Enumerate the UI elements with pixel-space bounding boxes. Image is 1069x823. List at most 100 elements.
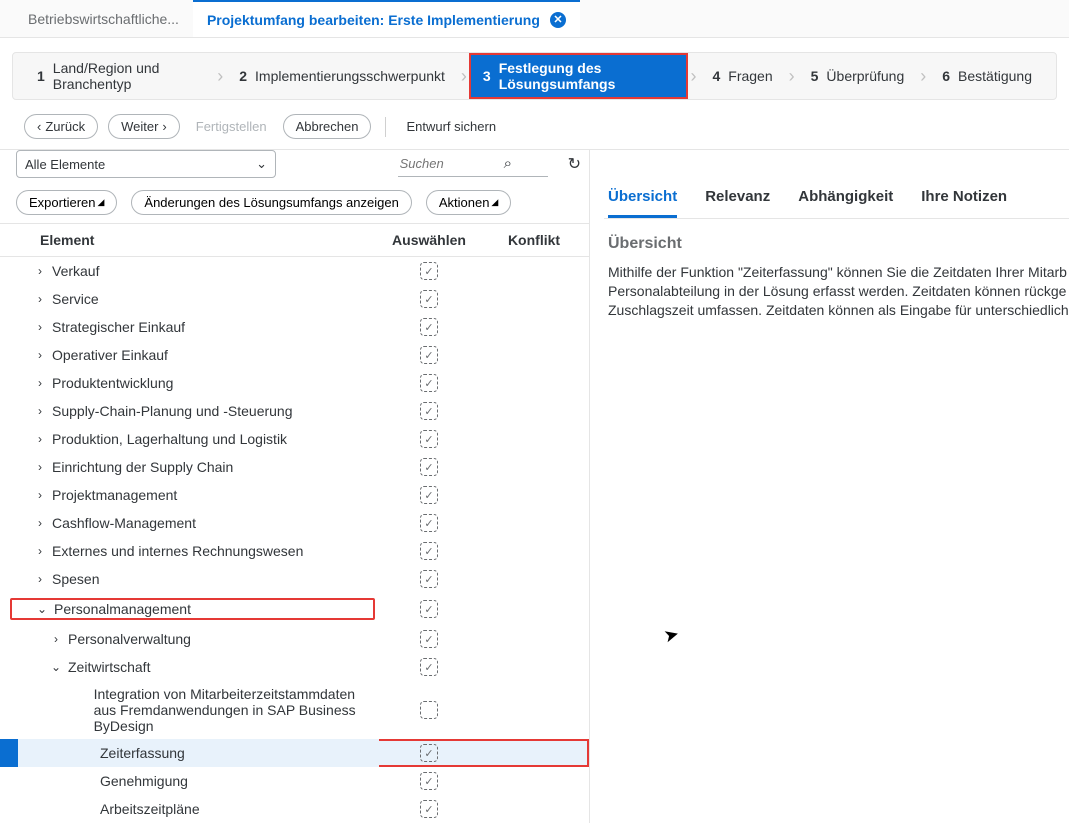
select-checkbox[interactable] (420, 458, 438, 476)
tree-row[interactable]: › Cashflow-Management (0, 509, 589, 537)
chevron-right-icon[interactable]: › (34, 264, 46, 278)
tree-label: Externes und internes Rechnungswesen (52, 543, 303, 559)
search-input[interactable] (398, 155, 498, 172)
chevron-right-icon: › (162, 119, 166, 134)
chevron-down-icon: ⌄ (256, 156, 267, 172)
tree-label: Operativer Einkauf (52, 347, 168, 363)
detail-section-title: Übersicht (608, 235, 1069, 253)
actions-button[interactable]: Aktionen◢ (426, 190, 512, 215)
select-checkbox[interactable] (420, 600, 438, 618)
select-checkbox[interactable] (420, 262, 438, 280)
select-checkbox[interactable] (420, 430, 438, 448)
detail-tab[interactable]: Relevanz (705, 180, 770, 218)
tree-label: Cashflow-Management (52, 515, 196, 531)
chevron-right-icon: › (459, 66, 469, 87)
tree-label: Genehmigung (100, 773, 188, 789)
tree-row[interactable]: › Personalverwaltung (0, 625, 589, 653)
tree-row[interactable]: ⌄ Zeitwirtschaft (0, 653, 589, 681)
chevron-right-icon[interactable]: › (34, 572, 46, 586)
refresh-icon[interactable]: ↻ (568, 154, 581, 174)
tree-row[interactable]: Arbeitszeitpläne (0, 795, 589, 823)
tree-label: Verkauf (52, 263, 99, 279)
chevron-right-icon[interactable]: › (34, 320, 46, 334)
chevron-down-icon[interactable]: ⌄ (50, 660, 62, 674)
select-checkbox[interactable] (420, 800, 438, 818)
select-checkbox[interactable] (420, 658, 438, 676)
tab-project-scope[interactable]: Projektumfang bearbeiten: Erste Implemen… (193, 0, 580, 37)
cancel-button[interactable]: Abbrechen (283, 114, 372, 139)
tree-row[interactable]: Genehmigung (0, 767, 589, 795)
tab-label: Projektumfang bearbeiten: Erste Implemen… (207, 12, 540, 28)
show-scope-changes-button[interactable]: Änderungen des Lösungsumfangs anzeigen (131, 190, 411, 215)
tree-label: Zeiterfassung (100, 745, 185, 761)
wizard-step-1[interactable]: 1Land/Region und Branchentyp (23, 53, 215, 99)
chevron-down-icon[interactable]: ⌄ (36, 602, 48, 616)
detail-tab[interactable]: Ihre Notizen (921, 180, 1007, 218)
chevron-right-icon[interactable]: › (34, 460, 46, 474)
select-checkbox[interactable] (420, 744, 438, 762)
wizard-step-3[interactable]: 3Festlegung des Lösungsumfangs (469, 53, 689, 99)
col-element: Element (0, 224, 379, 257)
tree-row[interactable]: › Verkauf (0, 257, 589, 286)
select-checkbox[interactable] (420, 318, 438, 336)
chevron-right-icon[interactable]: › (34, 488, 46, 502)
tree-row[interactable]: ›Produktentwicklung (0, 369, 589, 397)
tree-label: Zeitwirtschaft (68, 659, 150, 675)
wizard-step-2[interactable]: 2Implementierungsschwerpunkt (225, 53, 459, 99)
chevron-right-icon[interactable]: › (34, 292, 46, 306)
chevron-right-icon[interactable]: › (34, 516, 46, 530)
detail-pane: Übersicht Relevanz Abhängigkeit Ihre Notize… (590, 150, 1069, 823)
chevron-right-icon[interactable]: › (34, 376, 46, 390)
tree-row[interactable]: › Produktion, Lagerhaltung und Logistik (0, 425, 589, 453)
chevron-right-icon[interactable]: › (34, 544, 46, 558)
search-box: ⌕ (398, 151, 548, 177)
back-button[interactable]: ‹ Zurück (24, 114, 98, 139)
tree-row[interactable]: ›Projektmanagement (0, 481, 589, 509)
select-checkbox[interactable] (420, 701, 438, 719)
tree-row[interactable]: ›Spesen (0, 565, 589, 593)
chevron-right-icon: › (688, 66, 698, 87)
select-checkbox[interactable] (420, 630, 438, 648)
tree-row[interactable]: ›Einrichtung der Supply Chain (0, 453, 589, 481)
tab-business[interactable]: Betriebswirtschaftliche... (14, 0, 193, 37)
chevron-right-icon[interactable]: › (34, 348, 46, 362)
select-checkbox[interactable] (420, 570, 438, 588)
next-button[interactable]: Weiter › (108, 114, 180, 139)
dropdown-indicator-icon: ◢ (97, 197, 104, 208)
select-checkbox[interactable] (420, 542, 438, 560)
select-checkbox[interactable] (420, 402, 438, 420)
select-checkbox[interactable] (420, 290, 438, 308)
export-button[interactable]: Exportieren◢ (16, 190, 117, 215)
wizard-step-5[interactable]: 5Überprüfung (797, 53, 919, 99)
select-checkbox[interactable] (420, 772, 438, 790)
chevron-right-icon: › (918, 66, 928, 87)
elements-filter-dropdown[interactable]: Alle Elemente ⌄ (16, 150, 276, 178)
tree-row[interactable]: ⌄Personalmanagement (0, 593, 589, 625)
detail-tab[interactable]: Abhängigkeit (798, 180, 893, 218)
wizard-step-4[interactable]: 4Fragen (698, 53, 786, 99)
tree-row[interactable]: › Externes und internes Rechnungswesen (0, 537, 589, 565)
tree-row[interactable]: Zeiterfassung (0, 739, 589, 767)
tree-row[interactable]: ›Strategischer Einkauf (0, 313, 589, 341)
tree-row[interactable]: › Operativer Einkauf (0, 341, 589, 369)
tree-row[interactable]: ›Supply-Chain-Planung und -Steuerung (0, 397, 589, 425)
select-checkbox[interactable] (420, 374, 438, 392)
select-checkbox[interactable] (420, 486, 438, 504)
tree-label: Personalverwaltung (68, 631, 191, 647)
chevron-right-icon[interactable]: › (50, 632, 62, 646)
top-tabs: Betriebswirtschaftliche... Projektumfang… (0, 0, 1069, 38)
tree-row[interactable]: ›Service (0, 285, 589, 313)
select-checkbox[interactable] (420, 346, 438, 364)
col-select: Auswählen (379, 224, 479, 257)
chevron-right-icon[interactable]: › (34, 432, 46, 446)
search-icon[interactable]: ⌕ (504, 155, 512, 172)
close-icon[interactable]: ✕ (550, 12, 566, 28)
chevron-left-icon: ‹ (37, 119, 41, 134)
wizard-step-6[interactable]: 6Bestätigung (928, 53, 1046, 99)
select-checkbox[interactable] (420, 514, 438, 532)
detail-tab[interactable]: Übersicht (608, 180, 677, 218)
chevron-right-icon[interactable]: › (34, 404, 46, 418)
tree-row[interactable]: Integration von Mitarbeiterzeitstammdate… (0, 681, 589, 739)
tree-label: Produktion, Lagerhaltung und Logistik (52, 431, 287, 447)
save-draft-button[interactable]: Entwurf sichern (400, 115, 502, 138)
